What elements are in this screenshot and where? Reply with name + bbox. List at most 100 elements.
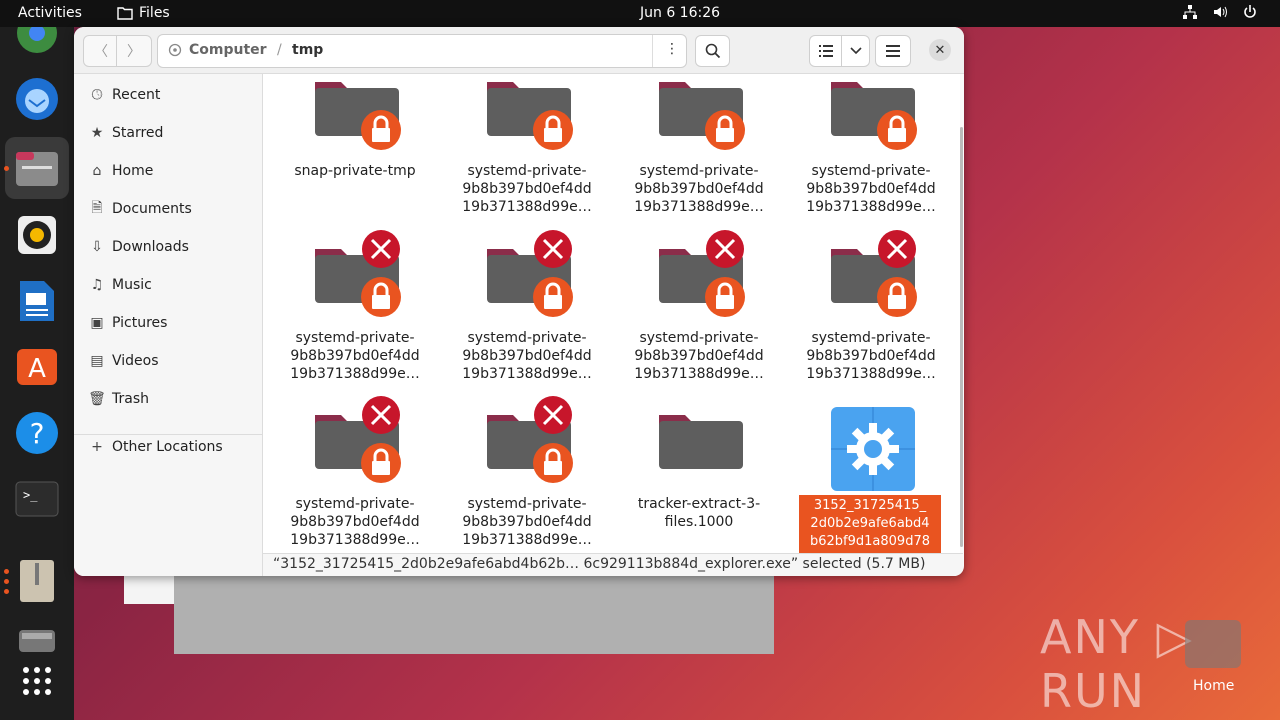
path-bar[interactable]: Computer / tmp ⋮	[157, 34, 687, 68]
forward-button[interactable]: 〉	[116, 35, 152, 67]
sidebar-item-trash[interactable]: 🗑︎ Trash	[74, 380, 262, 418]
show-apps-icon[interactable]	[13, 657, 61, 705]
file-grid[interactable]: snap-private-tmp systemd-private- 9b8b397b…	[263, 74, 960, 553]
hamburger-menu-icon	[886, 45, 900, 57]
sidebar-item-downloads[interactable]: ⇩ Downloads	[74, 228, 262, 266]
files-icon[interactable]	[5, 137, 69, 199]
view-options-button[interactable]	[841, 35, 870, 67]
path-separator: /	[277, 42, 282, 58]
sidebar-item-pictures[interactable]: ▣ Pictures	[74, 304, 262, 342]
thunderbird-icon[interactable]	[13, 75, 61, 123]
sidebar-item-music[interactable]: ♫ Music	[74, 266, 262, 304]
sidebar-item-label: Downloads	[112, 239, 189, 255]
file-item[interactable]: systemd-private- 9b8b397bd0ef4dd 19b371388…	[275, 219, 435, 389]
locked-unreadable-folder-icon	[295, 385, 415, 509]
background-window	[174, 576, 774, 654]
file-name-line: 9b8b397bd0ef4dd	[462, 348, 592, 364]
path-segment-tmp[interactable]: tmp	[292, 42, 323, 58]
file-name-line: b62bf9d1a809d78	[810, 534, 930, 549]
libreoffice-writer-icon[interactable]	[13, 277, 61, 325]
file-name-line: 19b371388d99e…	[634, 199, 764, 215]
file-item[interactable]: systemd-private- 9b8b397bd0ef4dd 19b371388…	[791, 219, 951, 389]
svg-text:?: ?	[30, 417, 45, 450]
file-name-line: 19b371388d99e…	[462, 532, 592, 548]
running-indicator	[4, 166, 9, 171]
file-name-line: snap-private-tmp	[294, 163, 416, 179]
close-icon: ✕	[934, 42, 946, 58]
file-name-line: 2d0b2e9afe6abd4	[810, 516, 930, 531]
close-window-button[interactable]: ✕	[929, 39, 951, 61]
search-button[interactable]	[695, 35, 730, 67]
running-indicator	[4, 589, 9, 594]
file-name-line: 19b371388d99e…	[462, 199, 592, 215]
file-name: systemd-private- 9b8b397bd0ef4dd 19b371388…	[791, 162, 951, 216]
sidebar-item-label: Pictures	[112, 315, 168, 331]
more-options-icon[interactable]: ⋮	[665, 41, 679, 57]
app-menu[interactable]: Files	[117, 5, 170, 21]
sidebar-item-label: Home	[112, 163, 154, 179]
app-name: Files	[139, 5, 170, 21]
file-item[interactable]: systemd-private- 9b8b397bd0ef4dd 19b371388…	[791, 74, 951, 222]
rhythmbox-icon[interactable]	[13, 211, 61, 259]
volume-icon	[1212, 4, 1228, 24]
locked-unreadable-folder-icon	[467, 385, 587, 509]
clock-icon: 🕓︎	[91, 87, 103, 103]
locked-unreadable-folder-icon	[467, 219, 587, 343]
file-name: tracker-extract-3- files.1000	[619, 495, 779, 531]
trash-icon: 🗑︎	[88, 391, 106, 407]
file-item[interactable]: systemd-private- 9b8b397bd0ef4dd 19b371388…	[447, 219, 607, 389]
file-name-line: systemd-private-	[639, 163, 759, 179]
file-item[interactable]: systemd-private- 9b8b397bd0ef4dd 19b371388…	[447, 74, 607, 222]
locked-folder-icon	[639, 74, 759, 176]
file-item[interactable]: systemd-private- 9b8b397bd0ef4dd 19b371388…	[619, 74, 779, 222]
activities-button[interactable]: Activities	[18, 5, 82, 21]
sidebar-item-label: Recent	[112, 87, 161, 103]
clock[interactable]: Jun 6 16:26	[640, 5, 720, 21]
file-item[interactable]: 3152_31725415_ 2d0b2e9afe6abd4 b62bf9d1a80…	[791, 385, 951, 553]
svg-text:A: A	[28, 354, 46, 384]
sidebar-item-label: Documents	[112, 201, 192, 217]
executable-file-icon	[830, 406, 916, 496]
file-name: systemd-private- 9b8b397bd0ef4dd 19b371388…	[447, 162, 607, 216]
chevron-down-icon	[849, 47, 862, 55]
sidebar-item-other-locations[interactable]: + Other Locations	[74, 428, 262, 466]
view-list-button[interactable]	[809, 35, 842, 67]
chevron-right-icon: 〉	[127, 44, 141, 60]
file-name-line: 19b371388d99e…	[806, 199, 936, 215]
file-name-line: 9b8b397bd0ef4dd	[634, 181, 764, 197]
path-segment-computer[interactable]: Computer	[189, 42, 267, 58]
dock: A ? >_	[0, 27, 74, 720]
sidebar-item-documents[interactable]: 🗎︎ Documents	[74, 190, 262, 228]
locked-folder-icon	[467, 74, 587, 176]
file-item[interactable]: tracker-extract-3- files.1000	[619, 385, 779, 553]
archive-icon[interactable]	[13, 557, 61, 605]
file-name-line: systemd-private-	[467, 163, 587, 179]
sidebar-item-home[interactable]: ⌂ Home	[74, 152, 262, 190]
chrome-icon[interactable]	[13, 27, 61, 57]
sidebar-item-videos[interactable]: ▤ Videos	[74, 342, 262, 380]
file-item[interactable]: systemd-private- 9b8b397bd0ef4dd 19b371388…	[619, 219, 779, 389]
status-bar: “3152_31725415_2d0b2e9afe6abd4b62b… 6c92…	[263, 553, 963, 576]
help-icon[interactable]: ?	[13, 409, 61, 457]
home-folder-desktop-icon[interactable]	[1185, 620, 1241, 668]
svg-text:>_: >_	[23, 488, 38, 502]
file-name-line: systemd-private-	[295, 496, 415, 512]
file-name: snap-private-tmp	[275, 162, 435, 180]
terminal-icon[interactable]: >_	[13, 475, 61, 523]
scrollbar[interactable]	[960, 127, 963, 547]
sidebar-item-recent[interactable]: 🕓︎ Recent	[74, 76, 262, 114]
back-button[interactable]: 〈	[83, 35, 119, 67]
app-center-icon[interactable]: A	[13, 343, 61, 391]
system-tray[interactable]	[1182, 4, 1258, 24]
locked-folder-icon	[295, 74, 415, 176]
locked-unreadable-folder-icon	[295, 219, 415, 343]
file-item[interactable]: systemd-private- 9b8b397bd0ef4dd 19b371388…	[447, 385, 607, 553]
file-name-line: 19b371388d99e…	[806, 366, 936, 382]
file-item[interactable]: snap-private-tmp	[275, 74, 435, 222]
chevron-left-icon: 〈	[94, 44, 108, 60]
background-window	[124, 576, 174, 604]
main-menu-button[interactable]	[875, 35, 911, 67]
sidebar-item-starred[interactable]: ★ Starred	[74, 114, 262, 152]
plus-icon: +	[91, 439, 103, 455]
file-item[interactable]: systemd-private- 9b8b397bd0ef4dd 19b371388…	[275, 385, 435, 553]
